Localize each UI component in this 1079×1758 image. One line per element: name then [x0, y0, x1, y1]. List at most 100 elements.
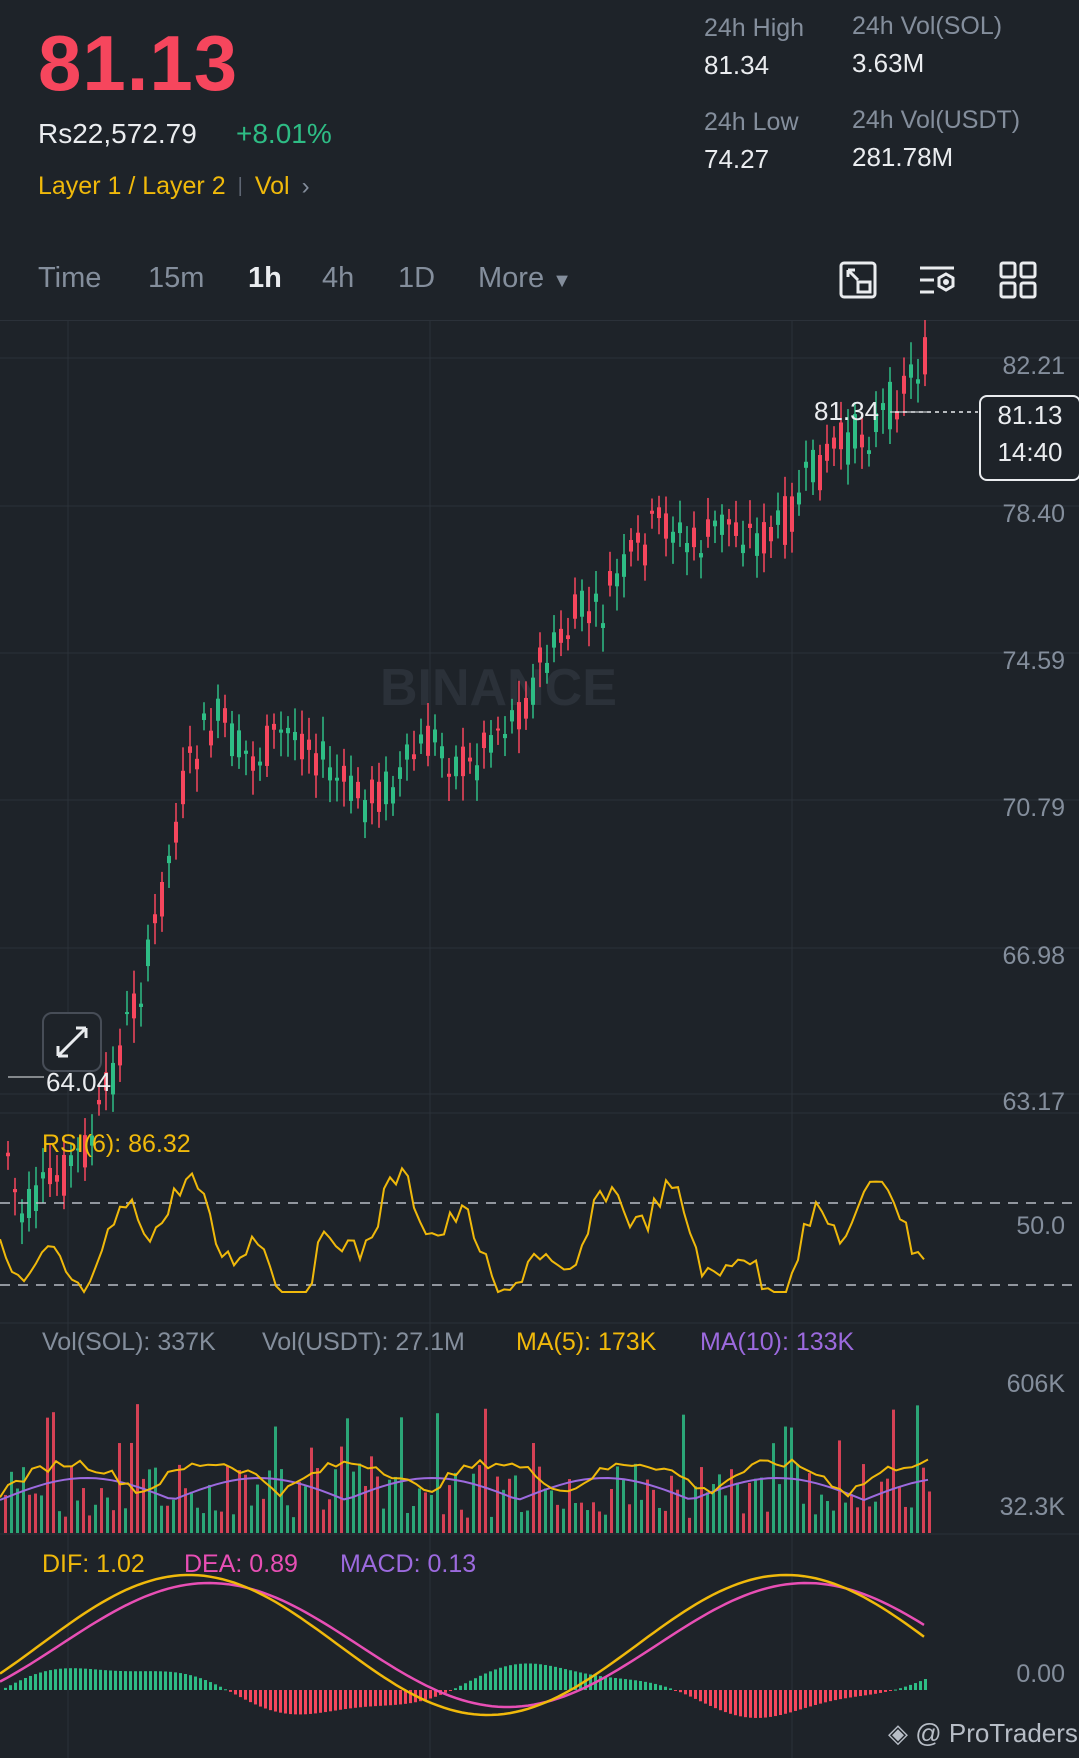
macd-histogram-bar: [154, 1671, 157, 1690]
volume-bar: [874, 1501, 877, 1533]
more-label: More: [478, 262, 545, 294]
volume-bar: [58, 1511, 61, 1533]
volume-bar: [190, 1491, 193, 1533]
candle-body: [62, 1154, 66, 1196]
volume-bar: [796, 1464, 799, 1533]
macd-histogram-bar: [339, 1690, 342, 1710]
macd-histogram-bar: [294, 1690, 297, 1715]
candle-body: [13, 1189, 17, 1193]
macd-histogram-bar: [424, 1690, 427, 1700]
volume-bar: [610, 1488, 613, 1533]
macd-histogram-bar: [94, 1669, 97, 1690]
macd-histogram-bar: [704, 1690, 707, 1704]
volume-bar: [166, 1505, 169, 1533]
volume-bar: [298, 1481, 301, 1533]
volume-bar: [490, 1516, 493, 1533]
macd-histogram-bar: [869, 1690, 872, 1695]
macd-histogram-bar: [429, 1690, 432, 1699]
macd-histogram-bar: [69, 1668, 72, 1690]
macd-histogram-bar: [579, 1672, 582, 1690]
candle-body: [97, 1099, 101, 1105]
candle-body: [580, 590, 584, 617]
volume-bar: [526, 1510, 529, 1533]
volume-bar: [232, 1514, 235, 1533]
candle-body: [559, 628, 563, 643]
macd-histogram-bar: [659, 1685, 662, 1690]
candle-body: [475, 765, 479, 781]
tab-1h[interactable]: 1h: [248, 262, 282, 295]
macd-histogram-bar: [829, 1690, 832, 1702]
volume-bar: [892, 1409, 895, 1533]
volume-bar: [124, 1508, 127, 1533]
candle-body: [356, 781, 360, 799]
fiat-price: Rs22,572.79: [38, 118, 197, 149]
macd-histogram-bar: [614, 1678, 617, 1690]
volume-bar: [478, 1465, 481, 1533]
tag-row[interactable]: Layer 1 / Layer 2 | Vol ›: [38, 172, 310, 201]
macd-histogram-bar: [274, 1690, 277, 1712]
macd-histogram-bar: [379, 1690, 382, 1706]
macd-histogram-bar: [474, 1678, 477, 1690]
tab-1d[interactable]: 1D: [398, 262, 435, 295]
tab-4h[interactable]: 4h: [322, 262, 354, 295]
volume-bar: [556, 1504, 559, 1533]
dif-indicator: DIF: 1.02: [42, 1550, 145, 1578]
volume-bar: [454, 1472, 457, 1533]
candle-body: [433, 729, 437, 743]
chart-canvas[interactable]: BINANCE 82.21 78.40 74.59 70.79 66.98 63.17 5…: [0, 320, 1079, 1758]
tab-more[interactable]: More ▼: [478, 262, 572, 295]
macd-histogram-bar: [554, 1666, 557, 1690]
candle-body: [888, 381, 892, 430]
macd-histogram-bar: [224, 1689, 227, 1691]
candle-body: [902, 375, 906, 394]
category-tag[interactable]: Layer 1 / Layer 2: [38, 172, 226, 201]
chevron-right-icon[interactable]: ›: [302, 173, 310, 201]
candle-body: [244, 750, 248, 754]
volume-bar: [928, 1491, 931, 1533]
volume-bar: [10, 1471, 13, 1533]
macd-histogram-bar: [389, 1690, 392, 1706]
volume-bar: [328, 1499, 331, 1533]
expand-icon[interactable]: [42, 1012, 102, 1072]
macd-histogram-bar: [904, 1686, 907, 1690]
tab-time[interactable]: Time: [38, 262, 101, 295]
macd-histogram-bar: [24, 1677, 27, 1690]
vol-tag[interactable]: Vol: [255, 172, 290, 201]
candle-body: [55, 1175, 59, 1182]
candle-body: [188, 746, 192, 753]
candle-body: [6, 1152, 10, 1157]
grid-layout-icon[interactable]: [998, 260, 1038, 300]
macd-histogram-bar: [634, 1680, 637, 1690]
macd-histogram-bar: [244, 1690, 247, 1700]
candle-body: [692, 527, 696, 548]
macd-histogram-bar: [79, 1668, 82, 1690]
macd-histogram-bar: [454, 1688, 457, 1690]
macd-histogram-bar: [894, 1689, 897, 1691]
volume-bar: [646, 1479, 649, 1533]
high-label: 24h High: [704, 14, 805, 42]
volume-bar: [562, 1508, 565, 1533]
vol-usdt-label: 24h Vol(USDT): [852, 106, 1021, 134]
volume-bar: [514, 1475, 517, 1533]
candle-body: [608, 571, 612, 586]
macd-histogram-bar: [809, 1690, 812, 1707]
settings-sliders-icon[interactable]: [918, 260, 958, 300]
volume-axis-bottom: 32.3K: [1000, 1493, 1066, 1521]
macd-histogram-bar: [349, 1690, 352, 1709]
macd-histogram-bar: [14, 1682, 17, 1690]
volume-bar: [358, 1463, 361, 1533]
macd-histogram-bar: [289, 1690, 292, 1715]
tab-15m[interactable]: 15m: [148, 262, 204, 295]
macd-histogram-bar: [629, 1679, 632, 1690]
candle-body: [832, 437, 836, 449]
volume-bar: [676, 1489, 679, 1533]
macd-histogram-bar: [139, 1671, 142, 1690]
candle-body: [825, 443, 829, 461]
volume-bar: [880, 1481, 883, 1533]
candle-body: [916, 379, 920, 384]
macd-histogram-bar: [399, 1690, 402, 1705]
chart-switch-icon[interactable]: [838, 260, 878, 300]
volume-bar: [304, 1486, 307, 1533]
macd-histogram-bar: [204, 1680, 207, 1690]
macd-histogram-bar: [919, 1681, 922, 1690]
